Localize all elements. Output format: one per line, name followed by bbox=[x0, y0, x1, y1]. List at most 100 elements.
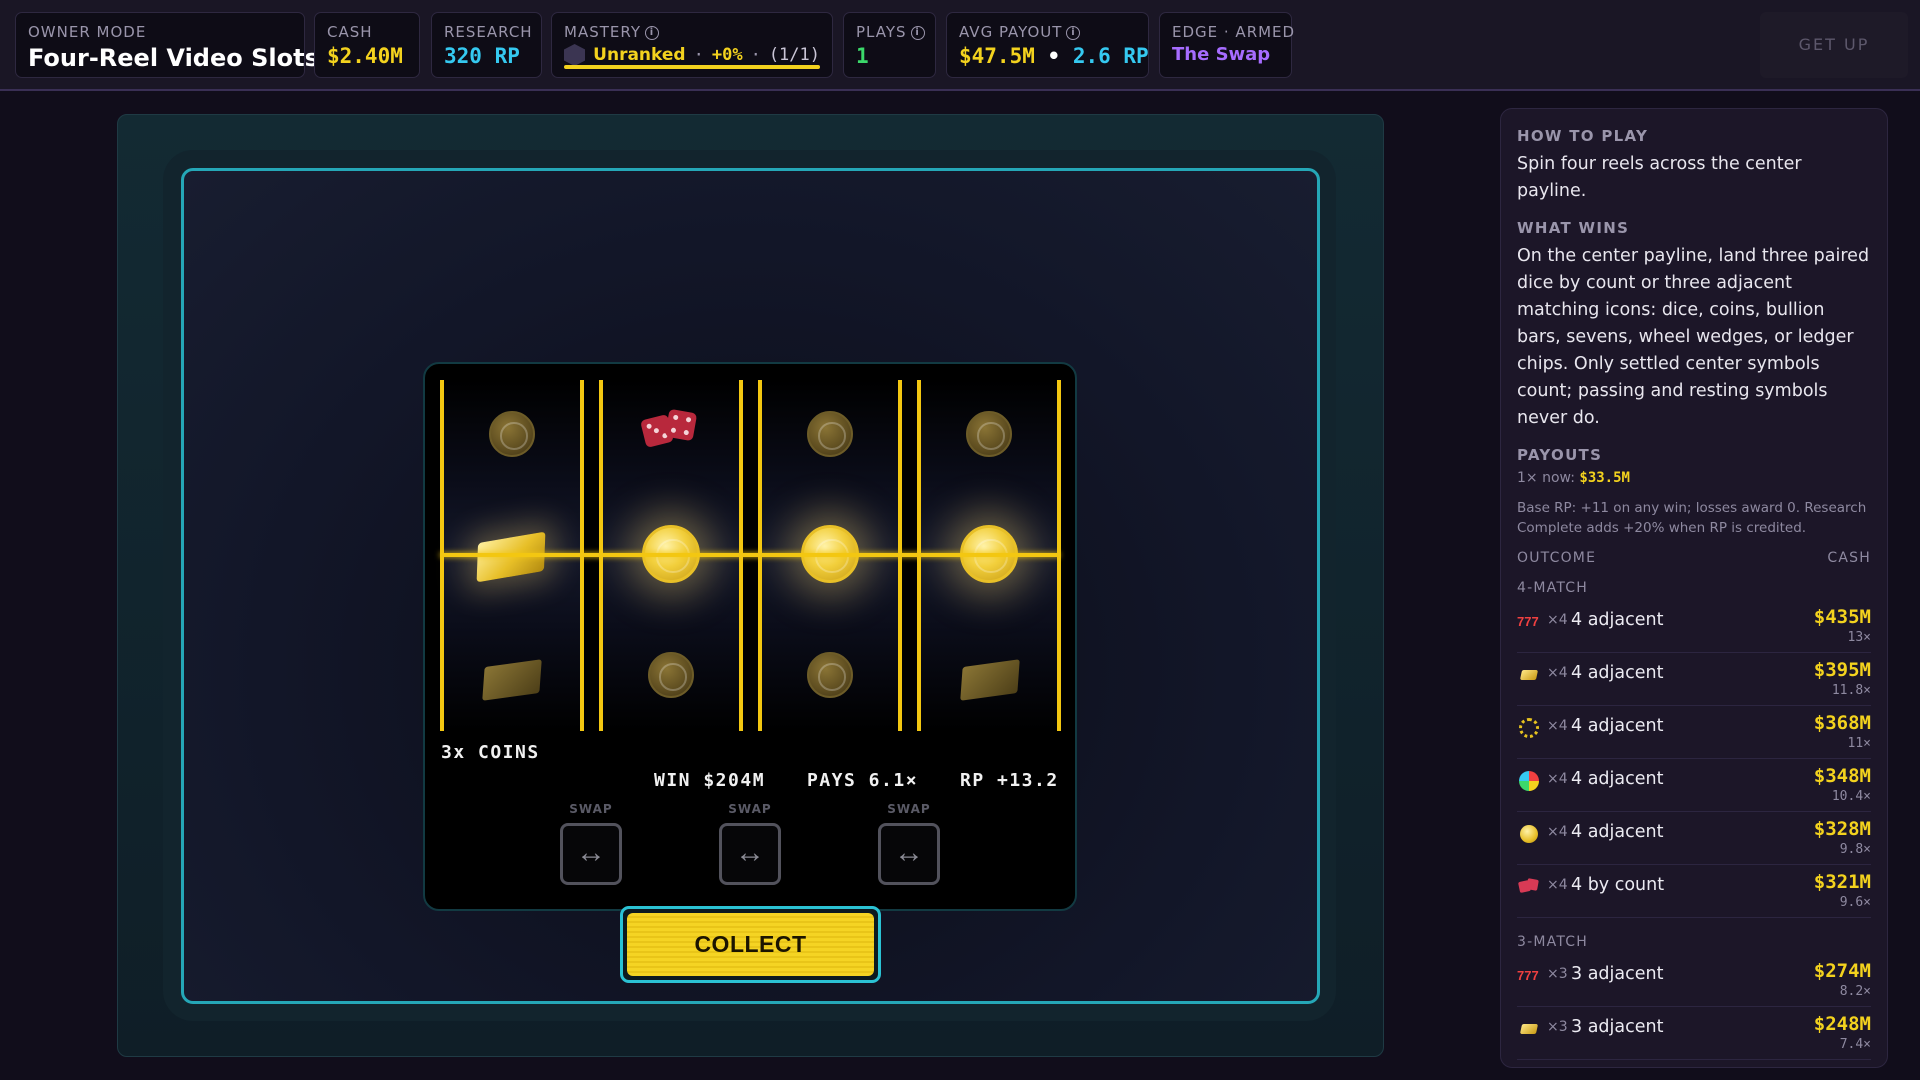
win-amount: WIN $204M bbox=[654, 770, 766, 791]
match-description: 4 adjacent bbox=[1571, 663, 1664, 683]
collect-button[interactable]: COLLECT bbox=[627, 913, 874, 976]
owner-mode-label: OWNER MODE bbox=[28, 23, 147, 41]
gold-bar-icon bbox=[1519, 670, 1539, 680]
rules-panel: HOW TO PLAY Spin four reels across the c… bbox=[1500, 108, 1888, 1068]
payout-multiplier: 9.6× bbox=[1839, 895, 1871, 910]
cash-label: CASH bbox=[327, 23, 373, 41]
coin-icon bbox=[1520, 825, 1538, 843]
get-up-button[interactable]: GET UP bbox=[1760, 12, 1908, 78]
avg-payout-cash: $47.5M bbox=[959, 44, 1035, 68]
ledger-chip-icon bbox=[1519, 718, 1539, 738]
payout-multiplier: 13× bbox=[1847, 630, 1871, 645]
match-count: ×4 bbox=[1547, 877, 1568, 893]
edge-label: EDGE · ARMED bbox=[1172, 23, 1296, 41]
rp-gain: RP +13.2 bbox=[960, 770, 1059, 791]
mastery-bonus: +0% bbox=[711, 45, 743, 65]
cash-card: CASH $2.40M bbox=[314, 12, 420, 78]
mastery-progress-bar bbox=[564, 65, 820, 69]
owner-mode-card: OWNER MODE Four-Reel Video Slots bbox=[15, 12, 319, 78]
payout-row: 777 ×3 3 adjacent $274M 8.2× bbox=[1517, 954, 1871, 1007]
swap-arrows-icon: ↔ bbox=[576, 836, 606, 869]
match-count: ×3 bbox=[1547, 966, 1568, 982]
match-count: ×4 bbox=[1547, 718, 1568, 734]
what-wins-text: On the center payline, land three paired… bbox=[1517, 246, 1870, 428]
how-to-play-title: HOW TO PLAY bbox=[1517, 127, 1649, 145]
mastery-count: (1/1) bbox=[768, 45, 820, 65]
payout-row: ×4 4 adjacent $348M 10.4× bbox=[1517, 759, 1871, 812]
base-payout-label: 1× now: bbox=[1517, 470, 1575, 486]
info-icon[interactable]: i bbox=[910, 25, 925, 40]
match-description: 4 adjacent bbox=[1571, 769, 1664, 789]
cash-column-header: CASH bbox=[1827, 550, 1871, 566]
payout-cash: $435M bbox=[1813, 606, 1871, 628]
coin-icon bbox=[807, 411, 853, 457]
payout-cash: $348M bbox=[1813, 765, 1871, 787]
payout-cash: $368M bbox=[1813, 712, 1871, 734]
payout-row: ×4 4 by count $321M 9.6× bbox=[1517, 865, 1871, 918]
payout-multiplier: 10.4× bbox=[1831, 789, 1871, 804]
match-description: 3 adjacent bbox=[1571, 1017, 1664, 1037]
wheel-icon bbox=[1519, 771, 1539, 791]
payout-row: ×3 3 adjacent $248M 7.4× bbox=[1517, 1007, 1871, 1060]
payout-row: ×4 4 adjacent $395M 11.8× bbox=[1517, 653, 1871, 706]
avg-payout-separator: • bbox=[1047, 44, 1061, 68]
game-title: Four-Reel Video Slots bbox=[28, 44, 319, 72]
mastery-rank: Unranked bbox=[593, 45, 686, 65]
dice-icon bbox=[1517, 878, 1539, 894]
research-card: RESEARCH 320 RP bbox=[431, 12, 542, 78]
three-match-group: 3-MATCH bbox=[1517, 934, 1588, 950]
outcome-column-header: OUTCOME bbox=[1517, 550, 1597, 566]
match-description: 4 adjacent bbox=[1571, 610, 1664, 630]
payout-cash: $231M bbox=[1814, 1066, 1871, 1067]
mastery-card: MASTERY i Unranked · +0% · (1/1) bbox=[551, 12, 833, 78]
payout-cash: $395M bbox=[1813, 659, 1871, 681]
sevens-icon: 777 bbox=[1517, 614, 1539, 629]
four-match-rows: 777 ×4 4 adjacent $435M 13× ×4 4 adjacent $395M… bbox=[1517, 600, 1871, 918]
payout-multiplier: 7.4× bbox=[1839, 1037, 1871, 1052]
sevens-icon: 777 bbox=[1517, 968, 1539, 983]
payout-multiplier: 11.8× bbox=[1831, 683, 1871, 698]
result-label: 3x COINS bbox=[441, 742, 540, 763]
research-label: RESEARCH bbox=[444, 23, 533, 41]
payout-row: ×33 adjacent$231M6.9× bbox=[1517, 1060, 1871, 1067]
info-icon[interactable]: i bbox=[645, 25, 659, 40]
match-count: ×4 bbox=[1547, 665, 1568, 681]
match-description: 4 by count bbox=[1571, 875, 1665, 895]
three-match-rows: 777 ×3 3 adjacent $274M 8.2× ×3 3 adjacent $248… bbox=[1517, 954, 1871, 1067]
info-icon[interactable]: i bbox=[1066, 25, 1081, 40]
coin-icon bbox=[966, 411, 1012, 457]
payout-cash: $328M bbox=[1813, 818, 1871, 840]
match-count: ×4 bbox=[1547, 771, 1568, 787]
collect-button-frame: COLLECT bbox=[620, 906, 881, 983]
cash-value: $2.40M bbox=[327, 44, 403, 68]
payout-cash: $248M bbox=[1813, 1013, 1871, 1035]
match-count: ×3 bbox=[1547, 1019, 1568, 1035]
edge-card: EDGE · ARMED The Swap bbox=[1159, 12, 1296, 78]
match-description: 3 adjacent bbox=[1571, 964, 1664, 984]
pays-multiplier: PAYS 6.1× bbox=[807, 770, 919, 791]
top-bar: OWNER MODE Four-Reel Video Slots CASH $2… bbox=[0, 0, 1920, 91]
payout-table-header: OUTCOME CASH bbox=[1517, 550, 1871, 566]
base-payout: 1× now: $33.5M bbox=[1517, 470, 1871, 486]
avg-payout-card: AVG PAYOUT i $47.5M • 2.6 RP bbox=[946, 12, 1149, 78]
match-count: ×4 bbox=[1547, 612, 1568, 628]
gold-bar-icon bbox=[1519, 1024, 1539, 1034]
four-match-group: 4-MATCH bbox=[1517, 580, 1588, 596]
swap-button-3-4[interactable]: ↔ bbox=[878, 823, 940, 885]
how-to-play-text: Spin four reels across the center paylin… bbox=[1517, 154, 1802, 201]
swap-button-2-3[interactable]: ↔ bbox=[719, 823, 781, 885]
payout-cash: $274M bbox=[1813, 960, 1871, 982]
edge-value: The Swap bbox=[1172, 44, 1271, 65]
payouts-title: PAYOUTS bbox=[1517, 446, 1603, 464]
base-payout-value: $33.5M bbox=[1579, 470, 1630, 486]
dice-icon bbox=[640, 408, 703, 469]
what-wins-title: WHAT WINS bbox=[1517, 219, 1630, 237]
payout-multiplier: 9.8× bbox=[1839, 842, 1871, 857]
swap-arrows-icon: ↔ bbox=[735, 836, 765, 869]
coin-icon bbox=[648, 652, 694, 698]
avg-payout-label: AVG PAYOUT bbox=[959, 23, 1063, 41]
swap-button-1-2[interactable]: ↔ bbox=[560, 823, 622, 885]
center-payline bbox=[440, 553, 1060, 557]
swap-label: SWAP bbox=[887, 802, 931, 816]
rp-note: Base RP: +11 on any win; losses award 0.… bbox=[1517, 500, 1867, 536]
